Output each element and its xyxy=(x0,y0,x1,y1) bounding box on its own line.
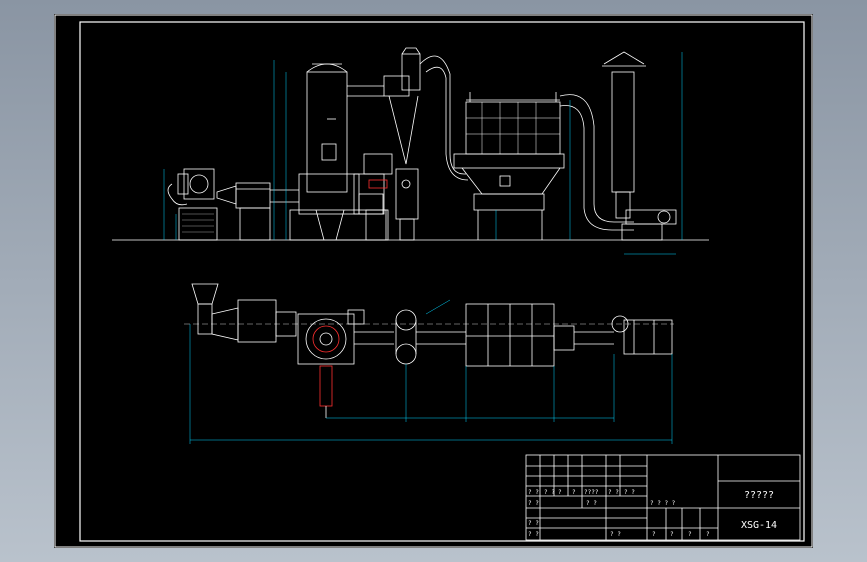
plan-filter-box xyxy=(237,299,277,343)
tb-header-cell-1: ? ? xyxy=(528,489,539,496)
elevation-view xyxy=(112,47,709,255)
drawing-number: XSG-14 xyxy=(741,520,777,531)
tb-left-cell-4: ? ? xyxy=(610,531,621,538)
tb-header-cell-7: ? ? xyxy=(624,489,635,496)
tb-bottom-cell-1: ? xyxy=(652,531,656,538)
hot-air-furnace xyxy=(167,168,218,241)
cyclone-separator xyxy=(383,47,421,241)
outer-border xyxy=(54,14,813,548)
plan-exhaust-fan xyxy=(611,315,673,355)
connecting-duct xyxy=(419,55,466,175)
drying-tower xyxy=(289,63,393,241)
chimney-stack xyxy=(602,51,677,241)
drawing-canvas: ????? XSG-14 ? ? ? ? ? ? ???? ? ? ? ? ? … xyxy=(54,14,813,548)
plan-view xyxy=(184,283,674,444)
exhaust-duct-inner xyxy=(559,105,634,231)
bag-dust-collector xyxy=(453,92,565,240)
tb-header-cell-4: ? xyxy=(572,489,576,496)
plan-drying-tower xyxy=(297,309,365,418)
tb-left-cell-1: ? ? xyxy=(528,500,539,507)
tb-left-cell-3: ? ? xyxy=(528,531,539,538)
plan-bag-collector xyxy=(465,303,575,367)
tb-header-cell-6: ? ? xyxy=(608,489,619,496)
tb-header-cell-2: ? ? xyxy=(544,489,555,496)
tb-bottom-cell-4: ? xyxy=(706,531,710,538)
plan-dimensions xyxy=(189,299,673,444)
exhaust-duct xyxy=(559,94,634,223)
inner-frame xyxy=(79,21,805,542)
tb-mid-cell-1: ? ? ? ? xyxy=(650,500,676,507)
tb-bottom-cell-2: ? xyxy=(670,531,674,538)
tb-mid-cell-2: ? ? xyxy=(586,500,597,507)
elevation-dimensions xyxy=(163,52,683,255)
plan-cyclone xyxy=(354,309,466,365)
filter-box xyxy=(216,182,299,241)
tb-left-cell-2: ? ? xyxy=(528,520,539,527)
tb-bottom-cell-3: ? xyxy=(688,531,692,538)
feed-hopper xyxy=(191,283,219,335)
tb-header-cell-5: ???? xyxy=(584,489,599,496)
cad-drawing: ????? XSG-14 ? ? ? ? ? ? ???? ? ? ? ? ? … xyxy=(54,14,813,548)
drawing-name: ????? xyxy=(744,490,774,501)
connecting-duct-inner xyxy=(425,66,469,181)
tb-header-cell-3: ? xyxy=(558,489,562,496)
